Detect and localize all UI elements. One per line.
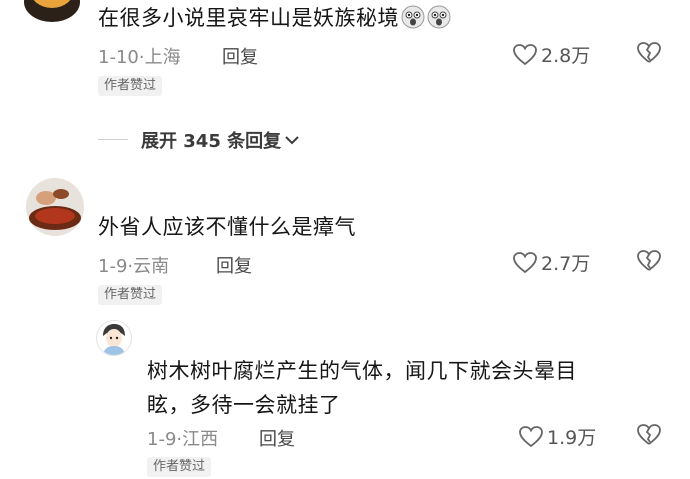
like-button[interactable]: 2.8万 <box>512 41 590 68</box>
broken-heart-icon <box>637 424 661 445</box>
broken-heart-icon <box>637 42 661 63</box>
like-button[interactable]: 1.9万 <box>518 423 596 450</box>
author-liked-badge: 作者赞过 <box>98 285 163 305</box>
chevron-down-icon <box>285 136 299 145</box>
reply-button[interactable]: 回复 <box>259 425 295 451</box>
shocked-face-icon <box>401 5 425 29</box>
expand-replies-label: 展开 345 条回复 <box>141 131 282 152</box>
dislike-button[interactable] <box>636 249 662 277</box>
reply-text-line: 树木树叶腐烂产生的气体，闻几下就会头晕目 <box>147 359 577 383</box>
like-count: 1.9万 <box>547 427 597 449</box>
comment-location: 上海 <box>144 47 181 68</box>
comment-date: 1-9 <box>98 256 128 277</box>
heart-icon <box>519 425 543 447</box>
comment-date: 1-9 <box>147 429 177 450</box>
comment-text-content: 在很多小说里哀牢山是妖族秘境 <box>98 6 399 30</box>
divider-line <box>98 139 128 140</box>
comment-text: 外省人应该不懂什么是瘴气 <box>98 215 356 239</box>
reply-text: 树木树叶腐烂产生的气体，闻几下就会头晕目 眩，多待一会就挂了 <box>147 356 577 420</box>
reply-text-line: 眩，多待一会就挂了 <box>147 393 341 417</box>
heart-icon <box>513 43 537 65</box>
comment-text: 在很多小说里哀牢山是妖族秘境 <box>98 3 451 33</box>
comment-meta: 1-9·云南 <box>98 256 170 277</box>
like-count: 2.8万 <box>541 45 591 67</box>
reply-button[interactable]: 回复 <box>216 252 252 278</box>
like-count: 2.7万 <box>541 253 591 275</box>
comment-meta: 1-10·上海 <box>98 47 181 68</box>
dislike-button[interactable] <box>636 423 662 451</box>
heart-icon <box>513 251 537 273</box>
comment-location: 云南 <box>133 256 170 277</box>
like-button[interactable]: 2.7万 <box>512 249 590 276</box>
comment-date: 1-10 <box>98 47 139 68</box>
avatar[interactable] <box>96 320 132 356</box>
avatar[interactable] <box>26 178 84 236</box>
comment-location: 江西 <box>182 429 219 450</box>
broken-heart-icon <box>637 250 661 271</box>
comment-meta: 1-9·江西 <box>147 429 219 450</box>
author-liked-badge: 作者赞过 <box>98 76 163 96</box>
reply-button[interactable]: 回复 <box>222 43 258 69</box>
dislike-button[interactable] <box>636 41 662 69</box>
shocked-face-icon <box>427 5 451 29</box>
avatar[interactable] <box>24 0 80 22</box>
author-liked-badge: 作者赞过 <box>147 457 212 477</box>
expand-replies-button[interactable]: 展开 345 条回复 <box>141 127 300 153</box>
